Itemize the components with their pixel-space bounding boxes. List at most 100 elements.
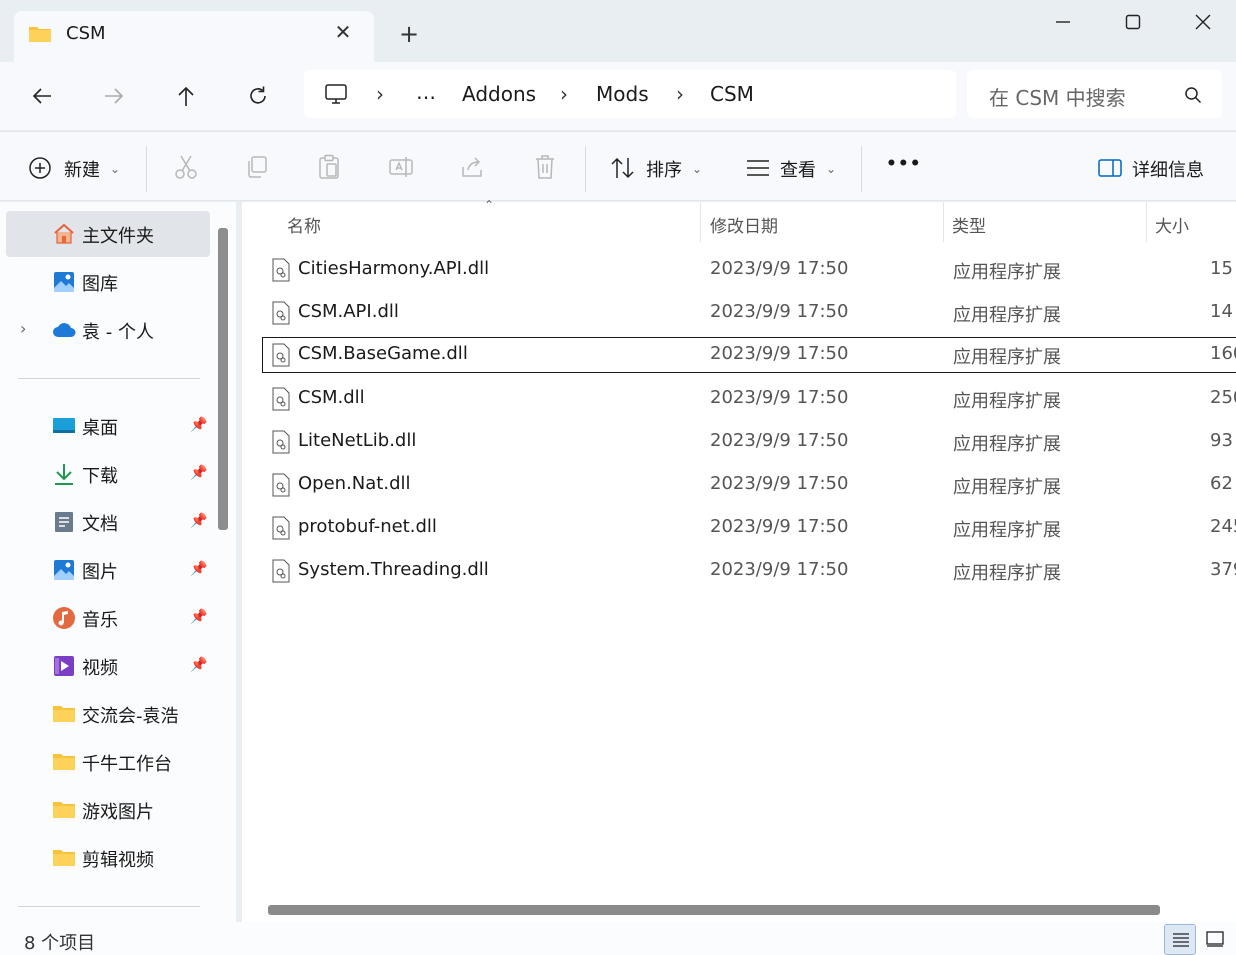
refresh-icon xyxy=(250,86,266,104)
close-tab-icon[interactable]: ✕ xyxy=(332,21,354,43)
file-name: LiteNetLib.dll xyxy=(298,430,417,451)
details-pane-icon xyxy=(1098,159,1122,177)
view-list-icon xyxy=(747,160,769,176)
table-row[interactable]: Open.Nat.dll 2023/9/9 17:50 应用程序扩展 62 xyxy=(262,467,1236,503)
chevron-right-icon[interactable]: › xyxy=(20,319,26,338)
file-size: 379 xyxy=(1210,559,1236,580)
chevron-right-icon[interactable]: › xyxy=(560,82,568,106)
maximize-button[interactable] xyxy=(1098,0,1168,44)
table-row[interactable]: System.Threading.dll 2023/9/9 17:50 应用程序… xyxy=(262,553,1236,589)
item-count: 8 个项目 xyxy=(24,933,96,954)
copy-button[interactable] xyxy=(244,154,270,180)
sidebar-item-pictures[interactable]: 图片 📌 xyxy=(6,547,210,593)
sidebar-item-gallery[interactable]: 图库 xyxy=(6,259,210,305)
dll-file-icon xyxy=(272,516,290,540)
new-tab-button[interactable]: + xyxy=(394,20,424,50)
more-options-button[interactable]: ••• xyxy=(886,154,922,174)
file-name: CitiesHarmony.API.dll xyxy=(298,258,490,279)
sidebar-item-home[interactable]: 主文件夹 xyxy=(6,211,210,257)
table-row[interactable]: CSM.dll 2023/9/9 17:50 应用程序扩展 250 xyxy=(262,381,1236,417)
column-header-size[interactable]: 大小 xyxy=(1155,212,1189,237)
table-row-selected[interactable]: CSM.BaseGame.dll 2023/9/9 17:50 应用程序扩展 1… xyxy=(262,337,1236,373)
tab-title: CSM xyxy=(66,23,106,44)
tiles-view-icon xyxy=(1206,931,1224,947)
arrow-right-icon xyxy=(105,88,124,104)
breadcrumb-mods[interactable]: Mods xyxy=(596,82,649,106)
forward-button[interactable] xyxy=(94,78,134,114)
column-header-name[interactable]: 名称 xyxy=(287,212,321,237)
rename-button[interactable] xyxy=(388,154,414,180)
sidebar-item-documents[interactable]: 文档 📌 xyxy=(6,499,210,545)
column-divider[interactable] xyxy=(1146,202,1147,242)
table-row[interactable]: CSM.API.dll 2023/9/9 17:50 应用程序扩展 14 xyxy=(262,295,1236,331)
pin-icon[interactable]: 📌 xyxy=(190,513,207,529)
tab-csm[interactable]: CSM ✕ xyxy=(14,11,374,62)
new-button[interactable]: 新建 ⌄ xyxy=(26,154,136,184)
folder-icon xyxy=(29,27,51,42)
navigation-pane: 主文件夹 图库 › 袁 - 个人 桌面 📌 下载 📌 文档 📌 图片 📌 音乐 … xyxy=(0,202,236,922)
video-icon xyxy=(54,656,74,676)
back-button[interactable] xyxy=(22,78,62,114)
sidebar-item-label: 桌面 xyxy=(82,418,118,439)
minimize-icon xyxy=(1056,21,1070,23)
minimize-button[interactable] xyxy=(1028,0,1098,44)
pin-icon[interactable]: 📌 xyxy=(190,417,207,433)
folder-icon xyxy=(53,802,75,818)
column-header-type[interactable]: 类型 xyxy=(952,212,986,237)
sidebar-item-label: 交流会-袁浩 xyxy=(82,706,179,727)
sidebar-item-label: 游戏图片 xyxy=(82,802,154,823)
sidebar-item-onedrive[interactable]: › 袁 - 个人 xyxy=(6,307,210,353)
view-button[interactable]: 查看 ⌄ xyxy=(744,154,854,184)
divider xyxy=(146,146,147,192)
details-button[interactable]: 详细信息 xyxy=(1096,154,1216,184)
up-button[interactable] xyxy=(166,78,206,114)
dll-file-icon xyxy=(272,343,290,367)
close-window-button[interactable] xyxy=(1168,0,1236,44)
paste-button[interactable] xyxy=(316,154,342,180)
column-divider[interactable] xyxy=(943,202,944,242)
pin-icon[interactable]: 📌 xyxy=(190,657,207,673)
sidebar-item-folder[interactable]: 剪辑视频 xyxy=(6,835,210,881)
sidebar-scrollbar[interactable] xyxy=(218,228,228,530)
breadcrumb-addons[interactable]: Addons xyxy=(462,82,536,106)
copy-icon xyxy=(248,156,267,178)
column-divider[interactable] xyxy=(700,202,701,242)
column-header-date[interactable]: 修改日期 xyxy=(710,212,778,237)
chevron-right-icon[interactable]: › xyxy=(676,82,684,106)
refresh-button[interactable] xyxy=(238,78,278,114)
close-icon xyxy=(1195,14,1211,30)
navigation-bar: › … Addons › Mods › CSM 在 CSM 中搜索 xyxy=(0,62,1236,130)
details-view-button[interactable] xyxy=(1164,924,1196,955)
sidebar-item-videos[interactable]: 视频 📌 xyxy=(6,643,210,689)
pin-icon[interactable]: 📌 xyxy=(190,465,207,481)
arrow-left-icon xyxy=(32,88,51,104)
sidebar-item-folder[interactable]: 千牛工作台 xyxy=(6,739,210,785)
share-button[interactable] xyxy=(460,154,486,180)
tiles-view-button[interactable] xyxy=(1200,924,1230,955)
delete-button[interactable] xyxy=(532,154,558,180)
file-date: 2023/9/9 17:50 xyxy=(710,387,849,408)
cut-button[interactable] xyxy=(173,154,199,180)
search-box[interactable]: 在 CSM 中搜索 xyxy=(967,70,1222,118)
status-bar: 8 个项目 xyxy=(0,922,1236,955)
table-row[interactable]: protobuf-net.dll 2023/9/9 17:50 应用程序扩展 2… xyxy=(262,510,1236,546)
dll-file-icon xyxy=(272,258,290,282)
sidebar-item-music[interactable]: 音乐 📌 xyxy=(6,595,210,641)
horizontal-scrollbar[interactable] xyxy=(268,905,1160,915)
sidebar-item-desktop[interactable]: 桌面 📌 xyxy=(6,403,210,449)
sidebar-item-folder[interactable]: 交流会-袁浩 xyxy=(6,691,210,737)
address-bar[interactable]: › … Addons › Mods › CSM xyxy=(304,70,956,118)
pin-icon[interactable]: 📌 xyxy=(190,609,207,625)
table-row[interactable]: CitiesHarmony.API.dll 2023/9/9 17:50 应用程… xyxy=(262,252,1236,288)
sidebar-item-downloads[interactable]: 下载 📌 xyxy=(6,451,210,497)
file-type: 应用程序扩展 xyxy=(953,520,1061,541)
breadcrumb-overflow[interactable]: … xyxy=(416,80,436,104)
sidebar-item-folder[interactable]: 游戏图片 xyxy=(6,787,210,833)
file-size: 62 xyxy=(1210,473,1233,494)
chevron-right-icon[interactable]: › xyxy=(376,82,384,106)
details-view-icon xyxy=(1173,933,1189,947)
breadcrumb-csm[interactable]: CSM xyxy=(710,82,754,106)
sort-button[interactable]: 排序 ⌄ xyxy=(608,154,718,184)
pin-icon[interactable]: 📌 xyxy=(190,561,207,577)
table-row[interactable]: LiteNetLib.dll 2023/9/9 17:50 应用程序扩展 93 xyxy=(262,424,1236,460)
